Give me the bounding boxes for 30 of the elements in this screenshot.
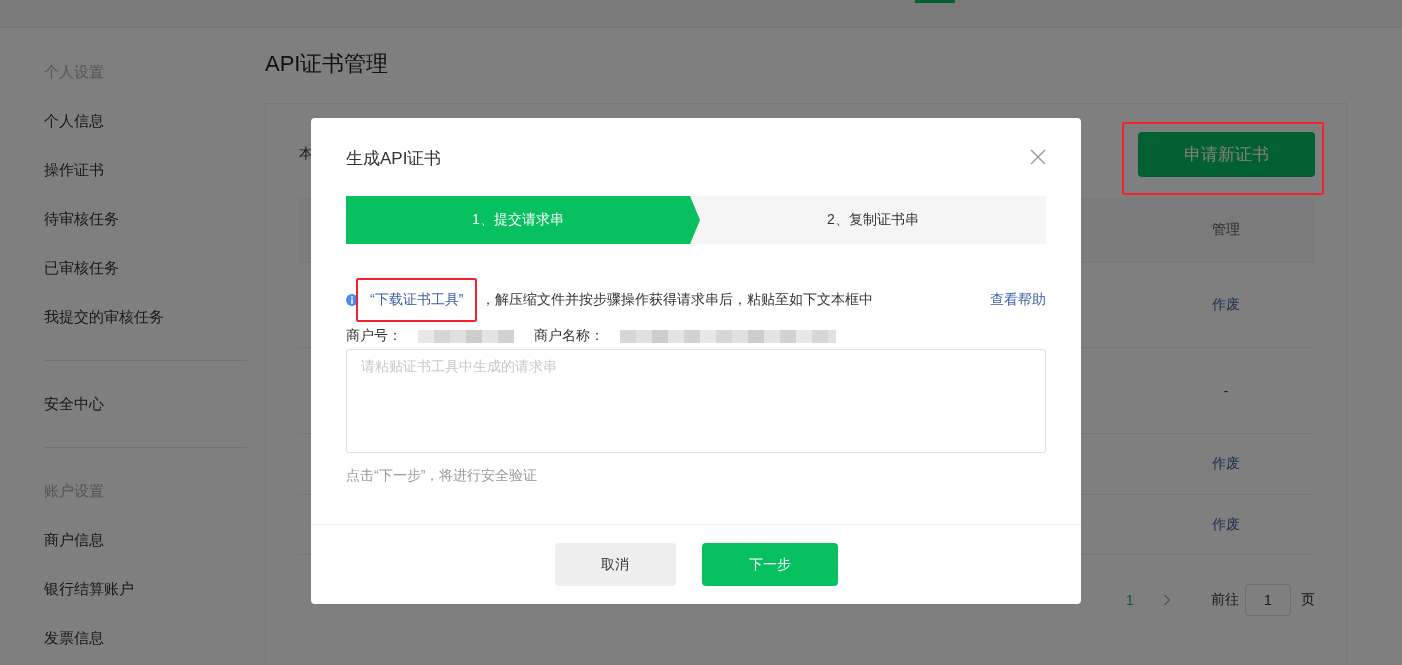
sidebar-item[interactable]: 发票信息 — [44, 613, 247, 662]
void-link[interactable]: 作废 — [1212, 296, 1240, 314]
sidebar-item[interactable]: 商户信息 — [44, 515, 247, 564]
dialog-title: 生成API证书 — [346, 147, 442, 170]
help-link[interactable]: 查看帮助 — [990, 291, 1046, 309]
sidebar-item[interactable]: 我提交的审核任务 — [44, 292, 247, 341]
next-page-icon[interactable] — [1163, 594, 1171, 606]
info-icon — [346, 294, 358, 306]
page-title: API证书管理 — [265, 50, 390, 78]
field-label: 商户名称： — [534, 327, 604, 345]
sidebar-item[interactable]: 安全中心 — [44, 379, 247, 428]
field-label: 商户号： — [346, 327, 402, 345]
sidebar-item[interactable]: 操作证书 — [44, 145, 247, 194]
close-icon[interactable] — [1030, 149, 1046, 165]
goto-label: 前往 — [1211, 591, 1239, 609]
sidebar-item[interactable]: 银行结算账户 — [44, 564, 247, 613]
hint-text: 点击“下一步”，将进行安全验证 — [346, 467, 539, 485]
sidebar-item[interactable]: 已审核任务 — [44, 243, 247, 292]
sidebar-item[interactable]: 个人信息 — [44, 96, 247, 145]
sidebar-item[interactable]: 待审核任务 — [44, 194, 247, 243]
page-input[interactable]: 1 — [1245, 584, 1291, 616]
cancel-button[interactable]: 取消 — [554, 543, 676, 586]
column-header: 管理 — [1211, 220, 1241, 239]
next-button[interactable]: 下一步 — [701, 543, 838, 586]
active-tab-indicator — [915, 0, 955, 3]
void-link[interactable]: 作废 — [1212, 455, 1240, 473]
void-link[interactable]: 作废 — [1212, 515, 1240, 534]
download-tool-link[interactable]: “下载证书工具” — [356, 278, 478, 322]
table-cell: - — [1223, 382, 1229, 399]
page-suffix: 页 — [1301, 591, 1315, 609]
